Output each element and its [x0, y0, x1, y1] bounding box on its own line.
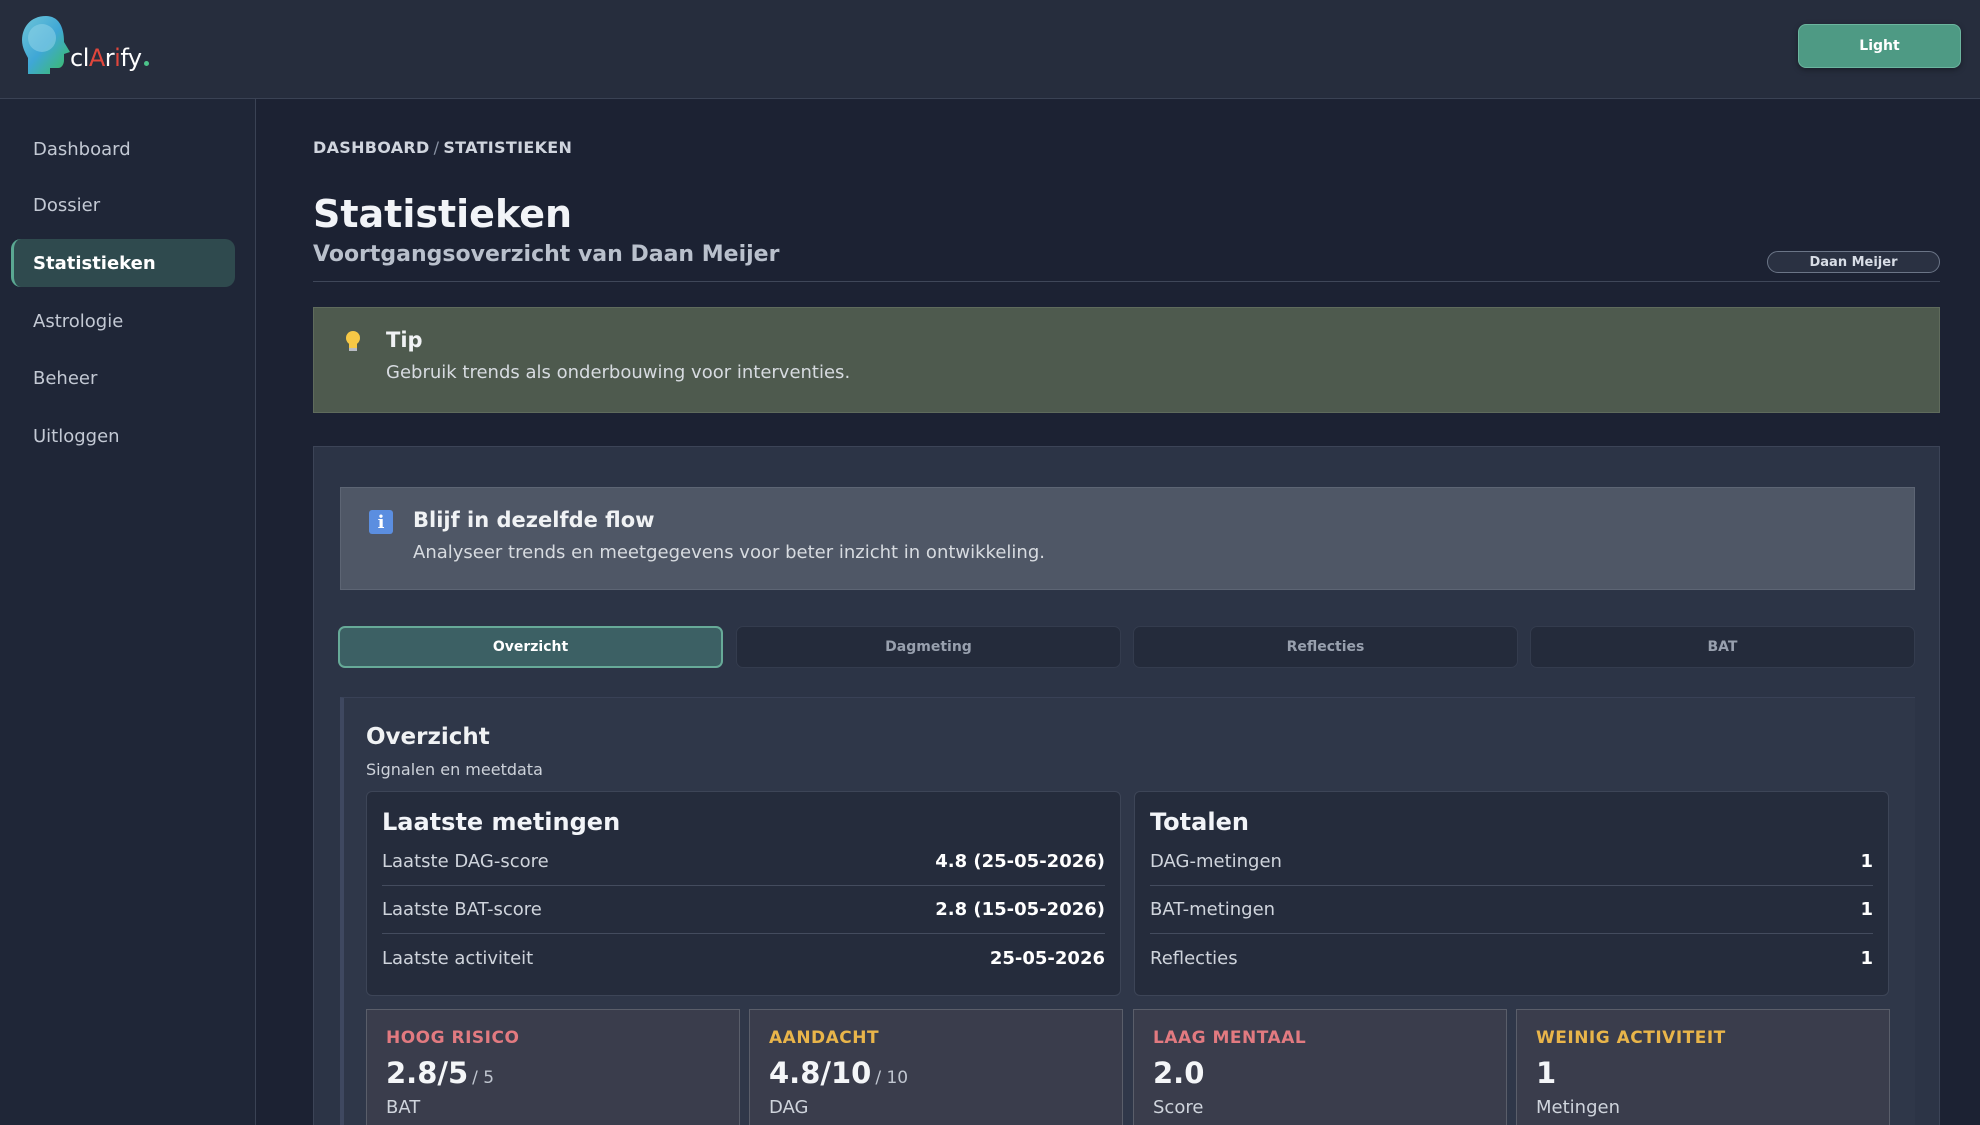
overview-subtitle: Signalen en meetdata	[366, 760, 543, 779]
signal-card-aandacht: AANDACHT 4.8/10/ 10 DAG	[749, 1009, 1123, 1125]
info-text: Analyseer trends en meetgegevens voor be…	[413, 542, 1045, 563]
breadcrumb-current: STATISTIEKEN	[443, 138, 573, 157]
row-label: BAT-metingen	[1150, 899, 1276, 920]
sidebar-item-astrologie[interactable]: Astrologie	[11, 297, 235, 345]
breadcrumb: DASHBOARD / STATISTIEKEN	[313, 138, 572, 157]
logo-head-icon	[18, 14, 74, 78]
overview-title: Overzicht	[366, 724, 490, 750]
lightbulb-icon	[344, 330, 362, 360]
signal-card-weinig-activiteit: WEINIG ACTIVITEIT 1 Metingen	[1516, 1009, 1890, 1125]
statistics-panel: i Blijf in dezelfde flow Analyseer trend…	[313, 446, 1940, 1125]
info-title: Blijf in dezelfde flow	[413, 508, 655, 532]
tab-overzicht[interactable]: Overzicht	[338, 626, 723, 668]
signal-card-laag-mentaal: LAAG MENTAAL 2.0 Score	[1133, 1009, 1507, 1125]
signal-value: 1	[1536, 1056, 1556, 1090]
row-value: 1	[1860, 947, 1873, 969]
card-title: Totalen	[1150, 808, 1249, 836]
totals-card: Totalen DAG-metingen 1 BAT-metingen 1 Re…	[1134, 791, 1889, 996]
tip-title: Tip	[386, 328, 423, 352]
row-value: 2.8 (15-05-2026)	[935, 899, 1105, 920]
signal-max: / 10	[875, 1068, 909, 1088]
app-logo[interactable]: clArify	[18, 14, 149, 78]
top-bar: clArify Light	[0, 0, 1980, 99]
logo-wordmark: clArify	[70, 44, 149, 72]
tip-banner: Tip Gebruik trends als onderbouwing voor…	[313, 307, 1940, 413]
tab-dagmeting[interactable]: Dagmeting	[736, 626, 1121, 668]
table-row: Laatste BAT-score 2.8 (15-05-2026)	[382, 886, 1105, 934]
page-title: Statistieken	[313, 192, 573, 236]
signal-score: 2.8/5	[386, 1056, 469, 1090]
page-subtitle: Voortgangsoverzicht van Daan Meijer	[313, 242, 780, 267]
signal-card-hoog-risico: HOOG RISICO 2.8/5/ 5 BAT	[366, 1009, 740, 1125]
table-row: BAT-metingen 1	[1150, 886, 1873, 934]
signal-unit: DAG	[769, 1097, 809, 1118]
row-value: 25-05-2026	[989, 947, 1105, 969]
row-value: 1	[1860, 851, 1873, 872]
signal-unit: Metingen	[1536, 1097, 1620, 1118]
tab-reflecties[interactable]: Reflecties	[1133, 626, 1518, 668]
signal-score: 2.0	[1153, 1056, 1205, 1090]
latest-measurements-card: Laatste metingen Laatste DAG-score 4.8 (…	[366, 791, 1121, 996]
row-label: Reflecties	[1150, 947, 1238, 969]
row-label: Laatste DAG-score	[382, 851, 549, 872]
user-badge: Daan Meijer	[1767, 251, 1940, 273]
title-divider	[313, 281, 1940, 282]
signal-value: 2.8/5/ 5	[386, 1056, 494, 1090]
theme-toggle-button[interactable]: Light	[1798, 24, 1961, 68]
table-row: DAG-metingen 1	[1150, 838, 1873, 886]
row-label: Laatste activiteit	[382, 947, 534, 969]
signal-max: / 5	[472, 1068, 495, 1088]
breadcrumb-separator: /	[433, 138, 440, 157]
sidebar-item-dossier[interactable]: Dossier	[11, 181, 235, 229]
breadcrumb-root[interactable]: DASHBOARD	[313, 138, 430, 157]
info-icon: i	[369, 510, 393, 534]
row-label: Laatste BAT-score	[382, 899, 542, 920]
signal-label: AANDACHT	[769, 1028, 880, 1048]
sidebar-item-dashboard[interactable]: Dashboard	[11, 125, 235, 173]
info-banner: i Blijf in dezelfde flow Analyseer trend…	[340, 487, 1915, 590]
signal-unit: Score	[1153, 1097, 1204, 1118]
signal-unit: BAT	[386, 1097, 421, 1118]
sidebar-item-statistieken[interactable]: Statistieken	[11, 239, 235, 287]
signal-label: WEINIG ACTIVITEIT	[1536, 1028, 1726, 1048]
table-row: Reflecties 1	[1150, 934, 1873, 982]
overview-section: Overzicht Signalen en meetdata Laatste m…	[340, 697, 1915, 1125]
row-value: 4.8 (25-05-2026)	[935, 851, 1105, 872]
signal-label: HOOG RISICO	[386, 1028, 520, 1048]
signal-value: 4.8/10/ 10	[769, 1056, 908, 1090]
table-row: Laatste DAG-score 4.8 (25-05-2026)	[382, 838, 1105, 886]
signal-score: 1	[1536, 1056, 1557, 1090]
tip-text: Gebruik trends als onderbouwing voor int…	[386, 362, 851, 383]
sidebar-item-uitloggen[interactable]: Uitloggen	[11, 412, 235, 460]
sidebar-item-beheer[interactable]: Beheer	[11, 354, 235, 402]
signal-label: LAAG MENTAAL	[1153, 1028, 1307, 1048]
row-value: 1	[1860, 899, 1873, 920]
row-label: DAG-metingen	[1150, 851, 1282, 872]
card-title: Laatste metingen	[382, 808, 621, 836]
tab-bat[interactable]: BAT	[1530, 626, 1915, 668]
table-row: Laatste activiteit 25-05-2026	[382, 934, 1105, 982]
signal-value: 2.0	[1153, 1056, 1204, 1090]
sidebar: Dashboard Dossier Statistieken Astrologi…	[0, 99, 256, 1125]
signal-score: 4.8/10	[769, 1056, 872, 1090]
